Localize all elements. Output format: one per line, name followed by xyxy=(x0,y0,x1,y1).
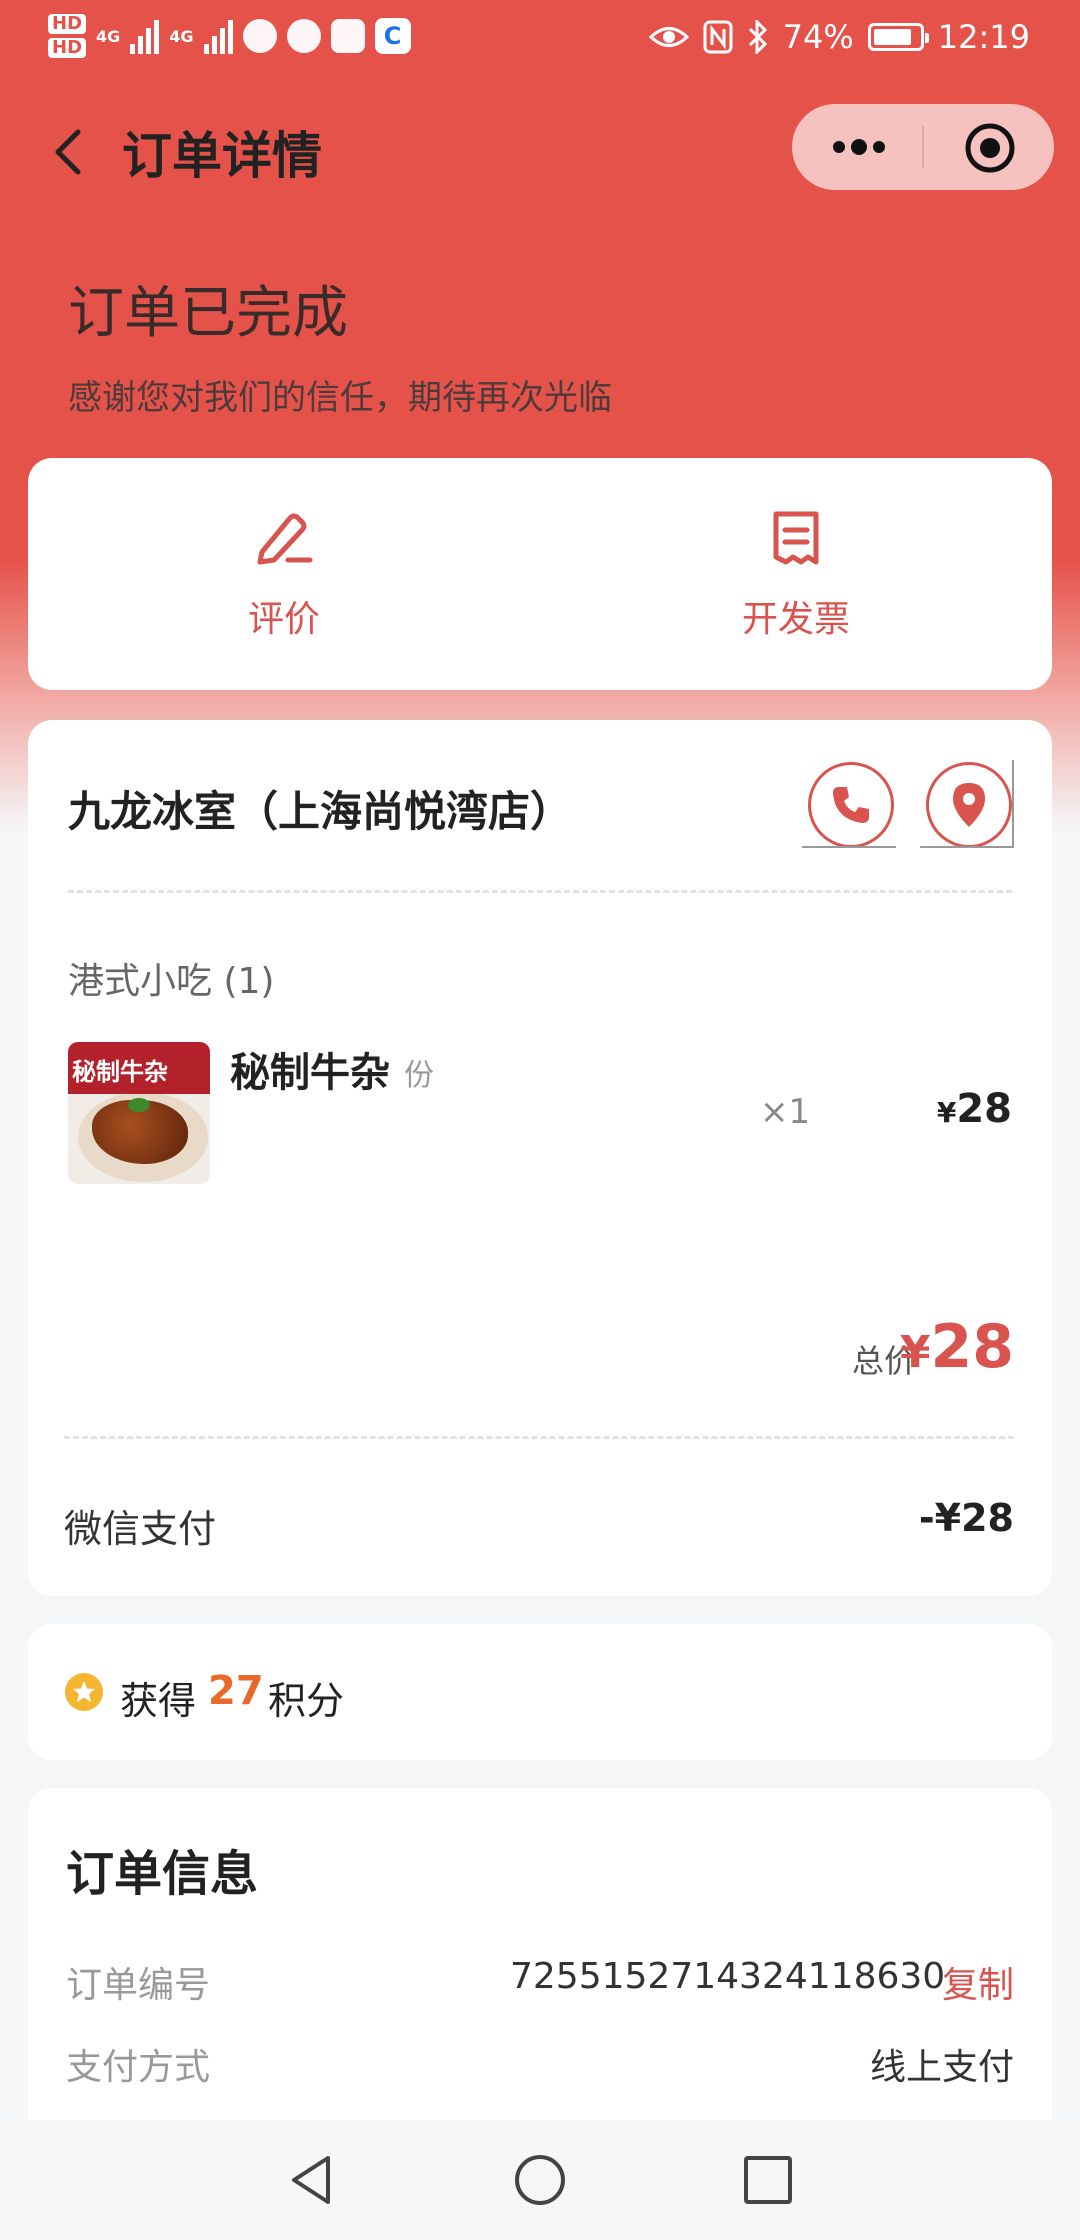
total-price-value: 28 xyxy=(930,1312,1015,1382)
battery-icon xyxy=(867,23,929,51)
app-notification-icon: C xyxy=(374,18,411,54)
dish-currency: ¥ xyxy=(936,1096,957,1129)
points-value: 27 xyxy=(208,1668,264,1714)
miniprogram-capsule xyxy=(792,104,1054,190)
close-icon[interactable] xyxy=(962,120,1018,176)
invoice-label: 开发票 xyxy=(741,599,850,640)
nfc-icon xyxy=(703,20,733,54)
dish-price-value: 28 xyxy=(956,1086,1012,1132)
eye-icon xyxy=(648,27,689,47)
invoice-icon xyxy=(773,511,819,565)
points-card: 获得 27 积分 xyxy=(28,1624,1052,1760)
wechat-icon xyxy=(242,19,277,53)
divider xyxy=(64,1436,1014,1439)
store-name: 九龙冰室（上海尚悦湾店） xyxy=(68,787,573,836)
location-icon xyxy=(953,783,985,827)
star-icon xyxy=(65,1673,103,1711)
battery-percent: 74% xyxy=(782,18,854,56)
item-category: 港式小吃 (1) xyxy=(68,961,275,1002)
more-icon[interactable] xyxy=(824,122,894,172)
order-number-label: 订单编号 xyxy=(66,1965,211,2006)
dish-image: 秘制牛杂 xyxy=(68,1042,210,1184)
review-edit-icon xyxy=(257,513,313,565)
total-currency: ¥ xyxy=(899,1327,931,1378)
copy-button[interactable]: 复制 xyxy=(942,1956,1014,2008)
signal-icon-1 xyxy=(130,18,160,54)
payment-type-label: 支付方式 xyxy=(66,2047,211,2088)
review-label: 评价 xyxy=(247,599,320,640)
nav-bar: 订单详情 xyxy=(0,100,1080,200)
payment-amount: -¥28 xyxy=(918,1496,1014,1540)
points-suffix: 积分 xyxy=(268,1679,345,1723)
location-button-edge xyxy=(1012,760,1014,848)
dish-unit: 份 xyxy=(404,1058,434,1093)
back-icon[interactable] xyxy=(40,122,100,182)
payment-type: 线上支付 xyxy=(869,2047,1014,2088)
location-button-underline xyxy=(920,846,1014,848)
total-price: ¥28 xyxy=(900,1312,1014,1382)
system-recents-icon[interactable] xyxy=(738,2150,798,2210)
invoice-button[interactable]: 开发票 xyxy=(540,458,1052,690)
payment-method: 微信支付 xyxy=(64,1507,217,1551)
bluetooth-icon xyxy=(748,20,767,54)
divider xyxy=(68,890,1012,893)
order-status-subtitle: 感谢您对我们的信任，期待再次光临 xyxy=(68,378,612,418)
status-left: HD HD 4G 4G C xyxy=(48,14,411,58)
system-home-icon[interactable] xyxy=(510,2150,570,2210)
hd-badge-1: HD xyxy=(48,14,87,34)
clock: 12:19 xyxy=(937,18,1030,56)
message-icon xyxy=(286,19,321,53)
actions-card: 评价 开发票 xyxy=(28,458,1052,690)
phone-icon xyxy=(833,787,869,823)
page-title: 订单详情 xyxy=(122,127,322,185)
call-button-underline xyxy=(802,846,896,848)
hd-badge-2: HD xyxy=(48,38,87,58)
status-right: 74% 12:19 xyxy=(648,18,1030,56)
order-number: 7255152714324118630 xyxy=(510,1956,946,1997)
order-info-title: 订单信息 xyxy=(66,1846,259,1902)
signal-icon-2 xyxy=(203,18,233,54)
network-type-1: 4G xyxy=(96,26,121,46)
dish-quantity: ×1 xyxy=(760,1092,811,1132)
dish-price: ¥28 xyxy=(937,1086,1012,1132)
points-prefix: 获得 xyxy=(120,1679,197,1723)
store-location-button[interactable] xyxy=(926,762,1012,848)
system-nav-bar xyxy=(0,2120,1080,2240)
dish-image-banner: 秘制牛杂 xyxy=(68,1042,210,1094)
hd-badges: HD HD xyxy=(48,14,87,58)
call-store-button[interactable] xyxy=(808,762,894,848)
order-card: 九龙冰室（上海尚悦湾店） 港式小吃 (1) 秘制牛杂 秘制牛杂 份 ×1 ¥28… xyxy=(28,720,1052,1596)
dish-name: 秘制牛杂 xyxy=(230,1050,390,1096)
hexagon-app-icon xyxy=(330,19,365,53)
network-type-2: 4G xyxy=(169,26,194,46)
dish-garnish xyxy=(128,1098,150,1112)
status-bar: HD HD 4G 4G C 74% 12:19 xyxy=(0,0,1080,80)
review-button[interactable]: 评价 xyxy=(28,458,540,690)
order-status-title: 订单已完成 xyxy=(68,281,348,346)
system-back-icon[interactable] xyxy=(282,2150,342,2210)
capsule-divider xyxy=(922,126,924,168)
